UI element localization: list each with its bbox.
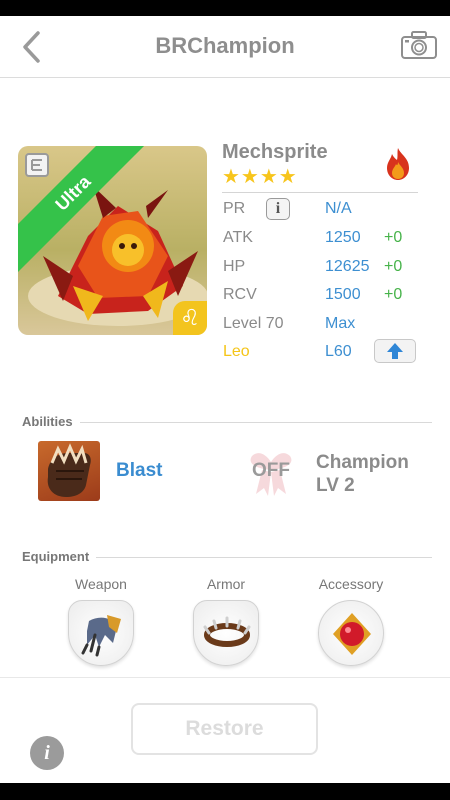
zodiac-leo-icon: ♌ (173, 301, 207, 335)
spiked-collar-icon (203, 616, 251, 647)
stat-value-atk: 1250 (325, 229, 361, 246)
champion-level: LV 2 (316, 475, 355, 496)
ruby-amulet-icon (333, 613, 371, 655)
info-button[interactable]: i (30, 736, 64, 770)
fist-icon (47, 443, 91, 497)
blast-ability-icon[interactable] (38, 441, 100, 501)
equip-label-accessory: Accessory (318, 576, 384, 592)
home-indicator-bar (0, 783, 450, 800)
claw-weapon-icon (81, 615, 121, 657)
monster-name: Mechsprite (222, 141, 328, 163)
equip-label-weapon: Weapon (75, 576, 127, 592)
camera-button[interactable] (400, 30, 438, 60)
stat-value-pr: N/A (325, 200, 352, 217)
camera-icon (401, 31, 437, 59)
arrow-up-icon (387, 343, 403, 359)
monster-detail-screen: BRChampion Ultra ♌ Mechsprite ★★★★ PR i … (0, 0, 450, 800)
stat-label-leo: Leo (223, 343, 250, 360)
monster-portrait[interactable]: Ultra ♌ (18, 146, 207, 335)
champion-label: Champion LV 2 (316, 451, 409, 497)
divider (96, 557, 432, 558)
restore-button[interactable]: Restore (131, 703, 318, 755)
stat-bonus-hp: +0 (384, 258, 403, 275)
stat-bonus-rcv: +0 (384, 286, 403, 303)
armor-slot[interactable] (193, 600, 259, 666)
stat-value-rcv: 1500 (325, 286, 361, 303)
divider (222, 192, 418, 193)
page-title: BRChampion (155, 33, 295, 58)
stat-value-level: Max (325, 315, 356, 332)
pr-info-button[interactable]: i (266, 198, 290, 220)
evolution-badge-icon (25, 153, 49, 177)
equipment-heading: Equipment (22, 549, 90, 564)
champion-status: OFF (252, 460, 290, 481)
fire-icon (387, 148, 409, 180)
stat-label-atk: ATK (223, 229, 253, 246)
star-rating: ★★★★ (222, 166, 298, 188)
upgrade-button[interactable] (374, 339, 416, 363)
status-bar (0, 0, 450, 16)
stat-label-level: Level 70 (223, 315, 284, 332)
ability-name[interactable]: Blast (116, 460, 162, 482)
navigation-bar: BRChampion (0, 16, 450, 78)
stat-label-rcv: RCV (223, 286, 257, 303)
champion-title: Champion (316, 452, 409, 473)
stat-bonus-atk: +0 (384, 229, 403, 246)
stat-label-pr: PR (223, 200, 246, 217)
equip-label-armor: Armor (206, 576, 246, 592)
stat-value-leo: L60 (325, 343, 352, 360)
stat-value-hp: 12625 (325, 258, 370, 275)
accessory-slot[interactable] (318, 600, 384, 666)
divider (80, 422, 432, 423)
stat-label-hp: HP (223, 258, 246, 275)
abilities-heading: Abilities (22, 414, 73, 429)
weapon-slot[interactable] (68, 600, 134, 666)
